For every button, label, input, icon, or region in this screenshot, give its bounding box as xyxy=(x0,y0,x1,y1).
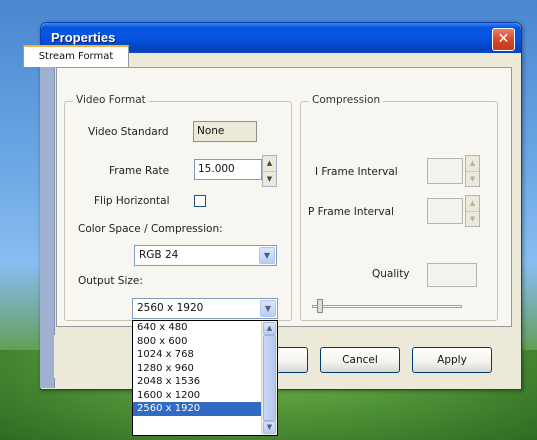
frame-rate-spinner[interactable]: ▲ ▼ xyxy=(262,155,277,187)
close-icon: ✕ xyxy=(497,31,510,47)
chevron-down-icon[interactable]: ▼ xyxy=(259,247,275,264)
arrow-down-icon[interactable]: ▼ xyxy=(466,212,479,227)
quality-slider-track[interactable] xyxy=(312,305,462,308)
tab-stream-format[interactable]: Stream Format xyxy=(23,45,129,67)
flip-horizontal-label: Flip Horizontal xyxy=(94,195,170,207)
arrow-down-icon[interactable]: ▼ xyxy=(263,421,276,434)
cancel-button[interactable]: Cancel xyxy=(320,347,400,373)
arrow-down-icon[interactable]: ▼ xyxy=(466,172,479,187)
p-frame-interval-spinner[interactable]: ▲ ▼ xyxy=(465,195,480,227)
dropdown-option[interactable]: 1600 x 1200 xyxy=(133,389,277,403)
arrow-down-icon[interactable]: ▼ xyxy=(263,172,276,187)
color-space-select[interactable]: RGB 24 ▼ xyxy=(134,245,277,266)
dropdown-scrollbar[interactable]: ▲ ▼ xyxy=(261,321,277,435)
i-frame-interval-label: I Frame Interval xyxy=(315,166,398,178)
p-frame-interval-label: P Frame Interval xyxy=(308,206,394,218)
color-space-label: Color Space / Compression: xyxy=(78,223,223,235)
arrow-up-icon[interactable]: ▲ xyxy=(466,196,479,212)
window-title: Properties xyxy=(51,30,116,45)
video-standard-field: None xyxy=(193,121,257,142)
p-frame-interval-input[interactable] xyxy=(427,198,463,224)
frame-rate-label: Frame Rate xyxy=(109,165,170,177)
arrow-up-icon[interactable]: ▲ xyxy=(263,156,276,172)
dropdown-option[interactable]: 2048 x 1536 xyxy=(133,375,277,389)
dropdown-option[interactable]: 1280 x 960 xyxy=(133,362,277,376)
arrow-up-icon[interactable]: ▲ xyxy=(466,156,479,172)
dropdown-option[interactable]: 2560 x 1920 xyxy=(133,402,277,416)
output-size-value: 2560 x 1920 xyxy=(137,302,204,314)
chevron-down-icon[interactable]: ▼ xyxy=(260,300,276,317)
frame-rate-input[interactable]: 15.000 xyxy=(194,159,262,180)
color-space-value: RGB 24 xyxy=(139,249,179,261)
dropdown-option[interactable]: 800 x 600 xyxy=(133,335,277,349)
video-standard-label: Video Standard xyxy=(88,126,169,138)
video-format-legend: Video Format xyxy=(73,94,149,106)
background-window-edge xyxy=(40,52,55,388)
apply-button[interactable]: Apply xyxy=(412,347,492,373)
compression-legend: Compression xyxy=(309,94,384,106)
quality-input[interactable] xyxy=(427,263,477,287)
output-size-dropdown-list[interactable]: 640 x 480 800 x 600 1024 x 768 1280 x 960 20… xyxy=(132,320,278,436)
scroll-thumb[interactable] xyxy=(263,335,276,421)
quality-slider-thumb[interactable] xyxy=(316,299,323,313)
dropdown-option[interactable]: 1024 x 768 xyxy=(133,348,277,362)
flip-horizontal-checkbox[interactable] xyxy=(194,195,206,207)
output-size-select[interactable]: 2560 x 1920 ▼ xyxy=(132,298,278,319)
close-button[interactable]: ✕ xyxy=(492,28,515,51)
dropdown-option[interactable]: 640 x 480 xyxy=(133,321,277,335)
output-size-label: Output Size: xyxy=(78,275,143,287)
arrow-up-icon[interactable]: ▲ xyxy=(263,322,276,335)
quality-label: Quality xyxy=(372,268,410,280)
i-frame-interval-spinner[interactable]: ▲ ▼ xyxy=(465,155,480,187)
i-frame-interval-input[interactable] xyxy=(427,158,463,184)
